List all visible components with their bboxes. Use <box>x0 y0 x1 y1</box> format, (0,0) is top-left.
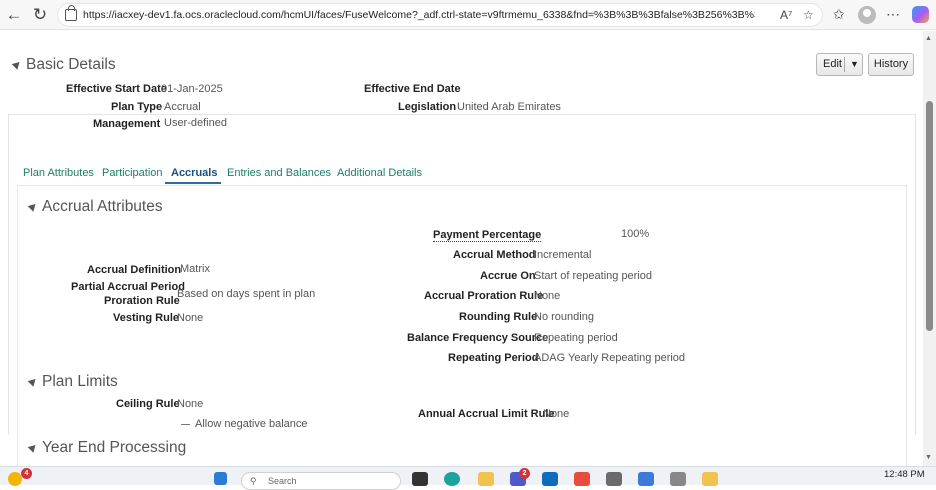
browser-toolbar: ← ↻ https://iacxey-dev1.fa.ocs.oracleclo… <box>0 0 936 30</box>
favorite-star-icon[interactable]: ☆ <box>803 8 814 22</box>
payment-percentage-label-text: Payment Percentage <box>433 229 542 242</box>
rounding-rule-label: Rounding Rule <box>459 311 538 323</box>
app-icon[interactable] <box>574 472 590 486</box>
tab-plan-attributes[interactable]: Plan Attributes <box>23 167 94 179</box>
edge-icon[interactable] <box>444 472 460 486</box>
plan-type-value: Accrual <box>164 101 201 113</box>
legislation-value: United Arab Emirates <box>457 101 561 113</box>
favorites-icon[interactable]: ✩ <box>833 6 845 23</box>
tab-entries-and-balances[interactable]: Entries and Balances <box>227 167 331 179</box>
repeating-period-value: ADAG Yearly Repeating period <box>534 352 686 364</box>
accrual-definition-label: Accrual Definition <box>87 264 182 276</box>
repeating-period-label: Repeating Period <box>448 352 539 364</box>
plan-type-label: Plan Type <box>111 101 163 113</box>
calculator-icon[interactable] <box>638 472 654 486</box>
vesting-rule-value: None <box>177 312 204 324</box>
section-title: Plan Limits <box>42 373 118 390</box>
annual-limit-value: None <box>543 408 570 420</box>
accrual-method-value: Incremental <box>534 249 592 261</box>
effective-start-value: 01-Jan-2025 <box>161 83 223 95</box>
rounding-rule-value: No rounding <box>534 311 594 323</box>
history-label: History <box>873 58 909 70</box>
ceiling-rule-label: Ceiling Rule <box>116 398 180 410</box>
annual-limit-label: Annual Accrual Limit Rule <box>418 408 555 420</box>
allow-negative-checkbox[interactable]: Allow negative balance <box>181 418 308 430</box>
partial-period-value: Based on days spent in plan <box>177 288 316 300</box>
refresh-icon[interactable]: ↻ <box>30 5 50 25</box>
windows-start-icon[interactable] <box>214 472 227 485</box>
accrual-proration-label: Accrual Proration Rule <box>424 290 544 302</box>
more-icon[interactable]: ⋯ <box>886 6 900 23</box>
address-bar[interactable]: https://iacxey-dev1.fa.ocs.oraclecloud.c… <box>57 3 823 27</box>
folder-icon[interactable] <box>702 472 718 486</box>
partial-period-label: Partial Accrual Period <box>71 281 185 293</box>
tab-participation[interactable]: Participation <box>102 167 163 179</box>
dropdown-arrow-icon[interactable]: ▼ <box>850 54 859 75</box>
weather-icon[interactable] <box>8 472 22 486</box>
partial-period-label-line2: Proration Rule <box>104 295 180 307</box>
section-title: Accrual Attributes <box>42 198 163 215</box>
accruals-panel <box>17 185 907 466</box>
task-view-icon[interactable] <box>412 472 428 486</box>
avatar[interactable] <box>858 6 876 24</box>
payment-percentage-label: Payment Percentage <box>433 229 542 242</box>
outlook-icon[interactable] <box>542 472 558 486</box>
file-explorer-icon[interactable] <box>478 472 494 486</box>
edit-label: Edit <box>823 58 842 70</box>
lock-icon <box>65 5 77 21</box>
legislation-label: Legislation <box>398 101 457 113</box>
accrual-definition-value: Matrix <box>180 263 210 275</box>
url-text: https://iacxey-dev1.fa.ocs.oraclecloud.c… <box>83 9 755 21</box>
notification-badge: 4 <box>21 468 32 479</box>
scroll-up-icon[interactable]: ▲ <box>925 35 932 42</box>
allow-negative-label: Allow negative balance <box>195 418 308 430</box>
button-divider <box>844 57 845 72</box>
back-arrow-icon[interactable]: ← <box>4 5 24 25</box>
copilot-icon[interactable] <box>912 6 929 23</box>
history-button[interactable]: History <box>868 53 914 76</box>
clock[interactable]: 12:48 PM <box>884 469 925 480</box>
section-title: Year End Processing <box>42 439 187 456</box>
edit-button[interactable]: Edit ▼ <box>816 53 863 76</box>
scrollbar[interactable]: ▲ ▼ <box>923 31 936 466</box>
payment-percentage-value: 100% <box>621 228 650 240</box>
accrual-method-label: Accrual Method <box>453 249 536 261</box>
effective-start-label: Effective Start Date <box>66 83 167 95</box>
balance-frequency-value: Repeating period <box>534 332 618 344</box>
search-icon: ⚲ <box>250 476 257 486</box>
effective-end-label: Effective End Date <box>364 83 461 95</box>
teams-badge: 2 <box>519 468 530 479</box>
accrue-on-label: Accrue On <box>480 270 536 282</box>
taskbar-search[interactable]: ⚲ Search <box>241 472 401 490</box>
section-title: Basic Details <box>26 56 116 73</box>
app-icon[interactable] <box>670 472 686 486</box>
tab-accruals[interactable]: Accruals <box>171 167 217 179</box>
tab-additional-details[interactable]: Additional Details <box>337 167 422 179</box>
scroll-down-icon[interactable]: ▼ <box>925 454 932 461</box>
taskbar: 4 ⚲ Search 2 12:48 PM <box>0 466 936 490</box>
vesting-rule-label: Vesting Rule <box>113 312 180 324</box>
app-icon[interactable] <box>606 472 622 486</box>
balance-frequency-label: Balance Frequency Source <box>407 332 549 344</box>
checkbox-unchecked-icon <box>181 424 190 425</box>
active-tab-indicator <box>165 182 221 184</box>
accrual-proration-value: None <box>534 290 561 302</box>
read-aloud-icon[interactable]: A⁷ <box>780 8 792 22</box>
accrue-on-value: Start of repeating period <box>534 270 653 282</box>
scroll-thumb[interactable] <box>926 101 933 331</box>
ceiling-rule-value: None <box>177 398 204 410</box>
